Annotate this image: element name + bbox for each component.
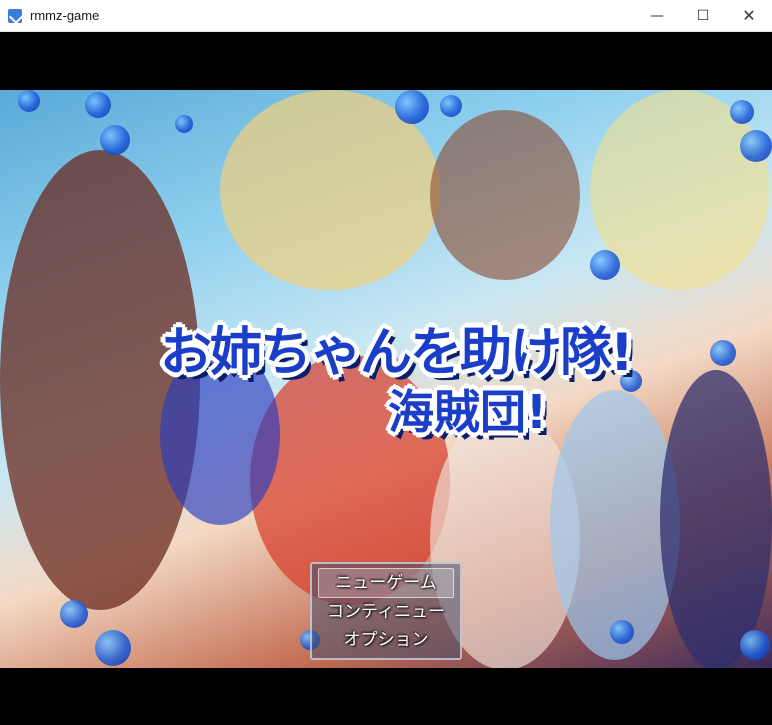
app-icon bbox=[8, 8, 22, 23]
bubble-decoration bbox=[730, 100, 754, 124]
minimize-button[interactable]: — bbox=[634, 0, 680, 31]
bubble-decoration bbox=[175, 115, 193, 133]
close-button[interactable]: ✕ bbox=[726, 0, 772, 31]
window-title-bar[interactable]: rmmz-game — ☐ ✕ bbox=[0, 0, 772, 32]
bubble-decoration bbox=[440, 95, 462, 117]
bubble-decoration bbox=[85, 92, 111, 118]
maximize-button[interactable]: ☐ bbox=[680, 0, 726, 31]
menu-item-options[interactable]: オプション bbox=[318, 626, 454, 654]
bubble-decoration bbox=[18, 90, 40, 112]
game-viewport[interactable]: お姉ちゃんを助け隊! 海賊団! ニューゲーム コンティニュー オプション bbox=[0, 32, 772, 725]
character-art-top-right bbox=[430, 110, 580, 280]
bubble-decoration bbox=[60, 600, 88, 628]
character-art-right bbox=[660, 370, 772, 668]
menu-item-continue[interactable]: コンティニュー bbox=[318, 598, 454, 626]
game-logo-subtitle: 海賊団! bbox=[388, 385, 547, 439]
bubble-decoration bbox=[95, 630, 131, 666]
bubble-decoration bbox=[740, 130, 772, 162]
bubble-decoration bbox=[395, 90, 429, 124]
game-logo-title: お姉ちゃんを助け隊! bbox=[160, 323, 634, 383]
title-background-art: お姉ちゃんを助け隊! 海賊団! ニューゲーム コンティニュー オプション bbox=[0, 90, 772, 668]
menu-item-new-game[interactable]: ニューゲーム bbox=[318, 568, 454, 598]
window-title: rmmz-game bbox=[30, 8, 100, 23]
title-command-window: ニューゲーム コンティニュー オプション bbox=[310, 562, 462, 660]
bubble-decoration bbox=[610, 620, 634, 644]
bubble-decoration bbox=[590, 250, 620, 280]
bubble-decoration bbox=[100, 125, 130, 155]
bubble-decoration bbox=[740, 630, 770, 660]
window-controls: — ☐ ✕ bbox=[634, 0, 772, 31]
